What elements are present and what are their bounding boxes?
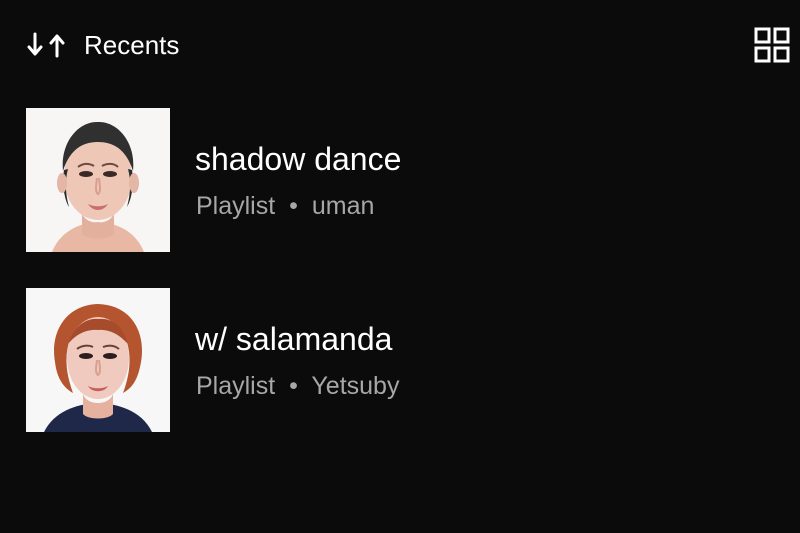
playlist-cover-image[interactable]: [26, 288, 170, 432]
meta-separator: •: [289, 192, 298, 220]
portrait-illustration: [26, 288, 170, 432]
playlist-title: shadow dance: [195, 141, 402, 177]
grid-view-button[interactable]: [752, 26, 792, 64]
playlist-owner: Yetsuby: [311, 372, 400, 400]
playlist-subtitle: Playlist • Yetsuby: [196, 370, 399, 402]
playlist-type: Playlist: [196, 192, 276, 220]
playlist-subtitle: Playlist • uman: [196, 190, 374, 222]
sort-arrows-icon: [27, 32, 65, 58]
grid-view-icon: [754, 27, 790, 63]
playlist-title: w/ salamanda: [195, 321, 393, 357]
meta-separator: •: [289, 372, 298, 400]
library-header: Recents: [0, 0, 800, 92]
sort-label: Recents: [84, 30, 180, 60]
playlist-owner: uman: [311, 192, 375, 220]
portrait-illustration: [26, 108, 170, 252]
playlist-item-shadow-dance[interactable]: shadow dance Playlist • uman: [26, 108, 786, 252]
sort-button[interactable]: Recents: [26, 26, 179, 64]
playlist-item-w-salamanda[interactable]: w/ salamanda Playlist • Yetsuby: [26, 288, 786, 432]
playlist-type: Playlist: [196, 372, 276, 400]
playlist-cover-image[interactable]: [26, 108, 170, 252]
